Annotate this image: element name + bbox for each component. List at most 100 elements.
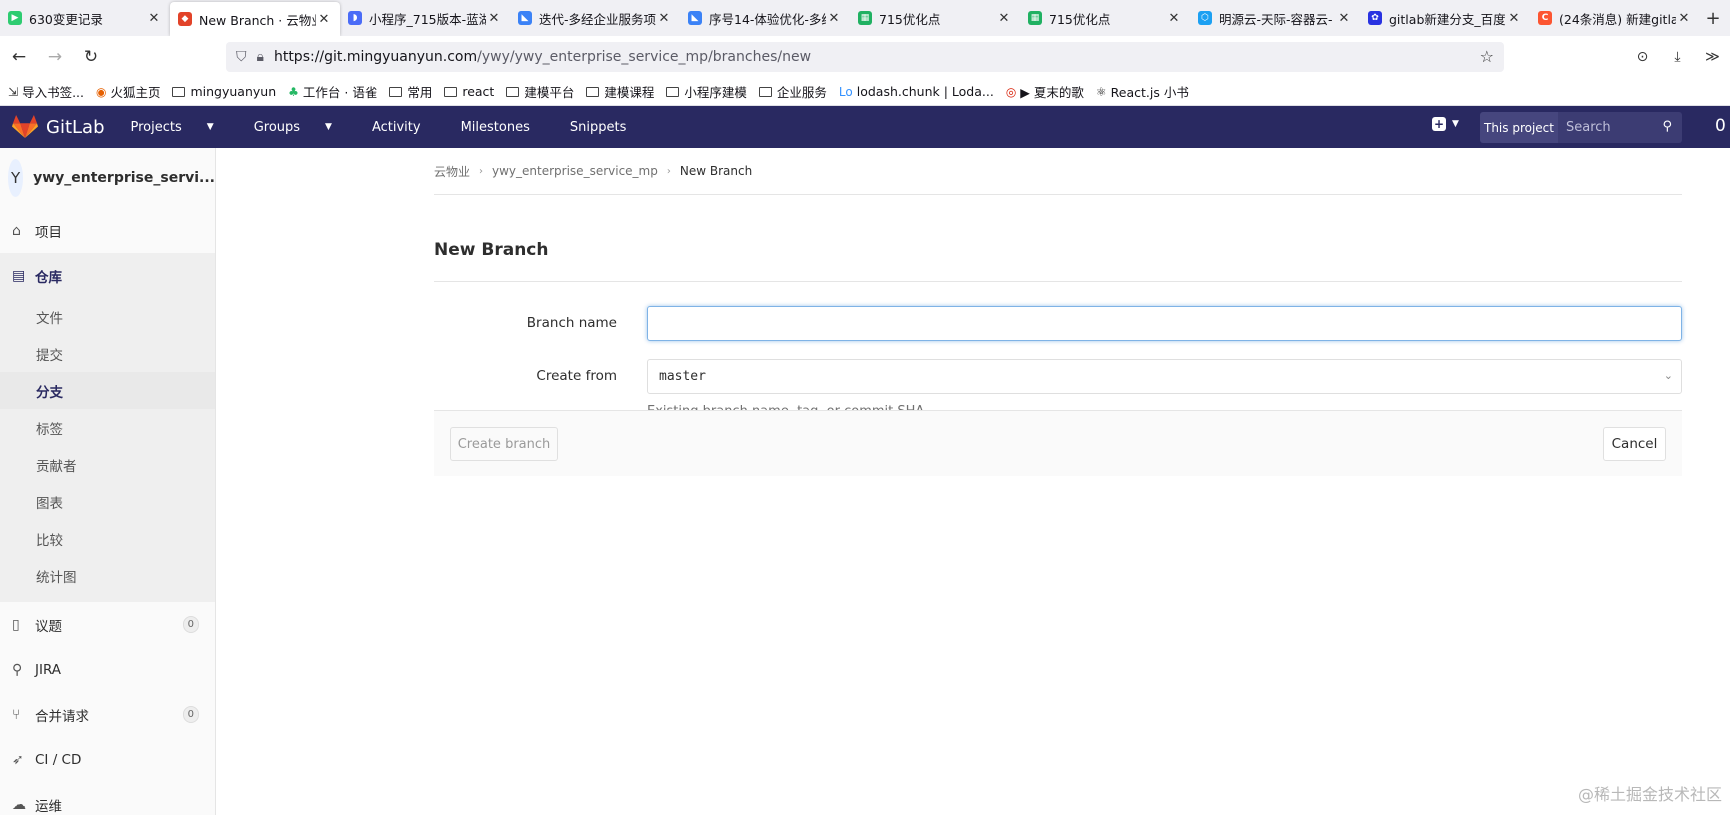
cancel-button[interactable]: Cancel	[1603, 427, 1666, 461]
nav-groups[interactable]: Groups ▼	[254, 120, 352, 135]
sidebar-item-jira[interactable]: ⚲ JIRA	[0, 647, 215, 692]
project-header[interactable]: Y ywy_enterprise_servi...	[0, 148, 215, 208]
sidebar-subitem[interactable]: 图表	[0, 483, 215, 520]
bookmark-item[interactable]: ♣ 工作台 · 语雀	[288, 82, 377, 101]
sidebar-item-label: 议题	[35, 618, 62, 635]
sidebar-subitem[interactable]: 分支	[0, 372, 215, 409]
tab-title: gitlab新建分支_百度搜	[1389, 11, 1506, 27]
tab-title: 630变更记录	[29, 11, 103, 27]
close-icon[interactable]: ✕	[1336, 11, 1352, 26]
gitlab-fox-icon	[12, 115, 38, 138]
search-input[interactable]: Search ⚲	[1558, 112, 1682, 143]
bookmark-item[interactable]: react	[444, 84, 494, 99]
close-icon[interactable]: ✕	[316, 12, 332, 27]
project-name: ywy_enterprise_servi...	[33, 170, 215, 186]
nav-snippets[interactable]: Snippets	[570, 120, 646, 135]
bookmark-label: 导入书签...	[22, 85, 84, 100]
bookmark-item[interactable]: 小程序建模	[666, 82, 747, 101]
close-icon[interactable]: ✕	[486, 11, 502, 26]
close-icon[interactable]: ✕	[826, 11, 842, 26]
page-title: New Branch	[434, 219, 1682, 282]
extensions-icon[interactable]: ≫	[1695, 40, 1730, 74]
breadcrumb-project[interactable]: ywy_enterprise_service_mp	[492, 164, 658, 178]
reload-button[interactable]: ↻	[74, 40, 108, 74]
project-sidebar: Y ywy_enterprise_servi... ⌂ 项目 ▤ 仓库 文件 提交…	[0, 148, 216, 815]
merge-icon: ⑂	[12, 706, 21, 723]
downloads-icon[interactable]: ⤓	[1660, 40, 1695, 74]
browser-tab[interactable]: ◗ 小程序_715版本-蓝湖 ✕	[340, 0, 510, 36]
branch-name-input[interactable]	[647, 306, 1682, 341]
browser-tab[interactable]: ▦ 715优化点 ✕	[850, 0, 1020, 36]
bookmark-item[interactable]: ⇲ 导入书签...	[8, 82, 84, 101]
sidebar-subitem[interactable]: 统计图	[0, 557, 215, 594]
import-icon: ⇲	[8, 84, 19, 99]
close-icon[interactable]: ✕	[1166, 11, 1182, 26]
browser-tab[interactable]: ◣ 序号14-体验优化-多经 ✕	[680, 0, 850, 36]
breadcrumb-current[interactable]: New Branch	[680, 164, 752, 178]
sheet-icon: ▦	[858, 11, 872, 25]
sidebar-item-cloud[interactable]: ☁ 运维	[0, 782, 215, 815]
browser-tab[interactable]: ⬡ 明源云-天际-容器云- ✕	[1190, 0, 1360, 36]
nav-activity[interactable]: Activity	[372, 120, 441, 135]
forward-button[interactable]: →	[38, 40, 72, 74]
jira-icon: ⚲	[12, 661, 23, 678]
play-icon: ▶	[8, 11, 22, 25]
search-scope[interactable]: This project	[1480, 112, 1558, 143]
sidebar-item-merge[interactable]: ⑂ 合并请求 0	[0, 692, 215, 737]
close-icon[interactable]: ✕	[1676, 11, 1692, 26]
close-icon[interactable]: ✕	[996, 11, 1012, 26]
browser-nav-bar: ← → ↻ ⛉ 🔒︎ https://git.mingyuanyun.com/y…	[0, 36, 1730, 78]
browser-tab[interactable]: ◣ 迭代-多经企业服务项 ✕	[510, 0, 680, 36]
bookmark-item[interactable]: 建模平台	[506, 82, 574, 101]
browser-tab[interactable]: ▶ 630变更记录 ✕	[0, 0, 170, 36]
new-tab-button[interactable]: +	[1700, 0, 1726, 36]
todos-icon[interactable]: 0	[1715, 116, 1726, 136]
create-branch-button[interactable]: Create branch	[450, 427, 558, 461]
nav-milestones[interactable]: Milestones	[461, 120, 550, 135]
bookmark-item[interactable]: ◉ 火狐主页	[96, 82, 161, 101]
shield-icon[interactable]: ⛉	[236, 49, 247, 65]
lock-icon[interactable]: 🔒︎	[257, 49, 264, 65]
folder-icon	[506, 86, 520, 97]
sidebar-item-label: 合并请求	[35, 708, 89, 725]
bookmark-item[interactable]: mingyuanyun	[172, 84, 276, 99]
gitlab-logo[interactable]: GitLab	[12, 115, 105, 139]
bookmark-label: 火狐主页	[110, 85, 161, 100]
csdn-icon: C	[1538, 11, 1552, 25]
sidebar-item-repository[interactable]: ▤ 仓库	[0, 253, 215, 298]
bookmark-item[interactable]: Lo lodash.chunk | Loda...	[839, 84, 994, 99]
browser-tab[interactable]: C (24条消息) 新建gitlab ✕	[1530, 0, 1700, 36]
bookmark-star-icon[interactable]: ☆	[1480, 47, 1494, 66]
close-icon[interactable]: ✕	[146, 11, 162, 26]
sidebar-item-project[interactable]: ⌂ 项目	[0, 208, 215, 253]
tab-title: (24条消息) 新建gitlab	[1559, 11, 1676, 27]
bookmark-item[interactable]: 建模课程	[586, 82, 654, 101]
sidebar-subitem[interactable]: 贡献者	[0, 446, 215, 483]
nav-label: Groups	[253, 119, 301, 135]
browser-tab[interactable]: ✿ gitlab新建分支_百度搜 ✕	[1360, 0, 1530, 36]
tab-title: 迭代-多经企业服务项	[539, 11, 656, 27]
browser-tab[interactable]: ▦ 715优化点 ✕	[1020, 0, 1190, 36]
sidebar-subitem[interactable]: 标签	[0, 409, 215, 446]
create-from-dropdown[interactable]: master ⌄	[647, 359, 1682, 394]
sidebar-subitem[interactable]: 比较	[0, 520, 215, 557]
close-icon[interactable]: ✕	[1506, 11, 1522, 26]
back-button[interactable]: ←	[2, 40, 36, 74]
pocket-icon[interactable]: ⊙	[1625, 40, 1660, 74]
url-bar[interactable]: ⛉ 🔒︎ https://git.mingyuanyun.com/ywy/ywy…	[226, 42, 1504, 72]
lodash-icon: Lo	[838, 84, 853, 99]
chevron-right-icon: ›	[479, 165, 484, 177]
sidebar-subitem[interactable]: 提交	[0, 335, 215, 372]
bookmark-item[interactable]: ◎ ▶ 夏末的歌	[1006, 82, 1084, 101]
bookmark-item[interactable]: 常用	[389, 82, 432, 101]
new-dropdown[interactable]: + ▼	[1432, 117, 1459, 131]
sidebar-subitem[interactable]: 文件	[0, 298, 215, 335]
browser-tab[interactable]: ◆ New Branch · 云物业 ✕	[170, 2, 340, 36]
sidebar-item-rocket[interactable]: ➶ CI / CD	[0, 737, 215, 782]
nav-projects[interactable]: Projects ▼	[131, 120, 234, 135]
sidebar-item-issues[interactable]: ▯ 议题 0	[0, 602, 215, 647]
bookmark-item[interactable]: 企业服务	[758, 82, 827, 101]
bookmark-item[interactable]: ⚛ React.js 小书	[1096, 82, 1189, 101]
breadcrumb-group[interactable]: 云物业	[434, 163, 470, 180]
close-icon[interactable]: ✕	[656, 11, 672, 26]
